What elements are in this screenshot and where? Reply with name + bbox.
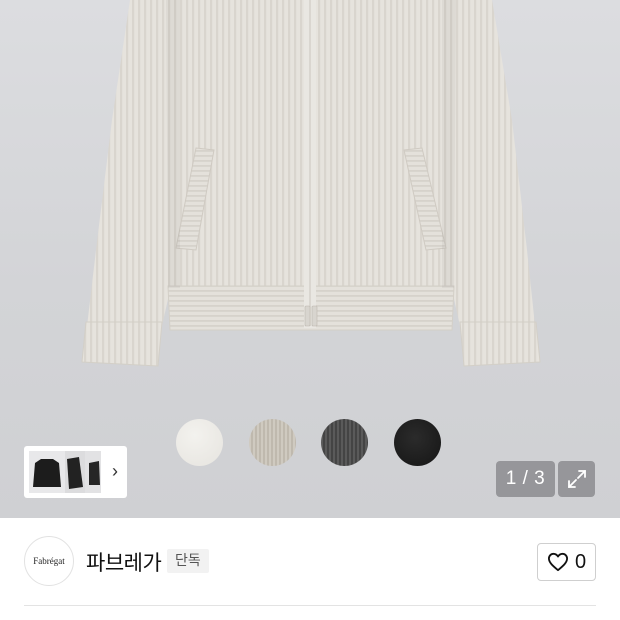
exclusive-badge: 단독 [167,549,209,573]
expand-icon [567,470,586,488]
expand-button[interactable] [558,461,595,497]
color-swatch-charcoal[interactable] [321,419,368,466]
like-button[interactable]: 0 [537,543,596,581]
brand-name[interactable]: 파브레가 [86,547,162,577]
thumbnail-images [29,451,101,493]
color-swatch-ivory[interactable] [176,419,223,466]
color-swatch-black[interactable] [394,419,441,466]
brand-logo[interactable]: Fabrégat [24,536,74,586]
thumbnail-strip[interactable]: › [24,446,127,498]
like-count: 0 [574,550,587,573]
product-image [81,0,541,367]
heart-outline-icon [547,552,568,572]
divider [24,605,596,606]
chevron-right-icon[interactable]: › [112,461,118,481]
color-swatch-beige[interactable] [249,419,296,466]
brand-logo-text: Fabrégat [33,556,65,566]
image-page-indicator: 1 / 3 [496,461,555,497]
brand-row: Fabrégat 파브레가 단독 0 [0,518,620,606]
product-image-gallery[interactable]: › 1 / 3 [0,0,620,518]
